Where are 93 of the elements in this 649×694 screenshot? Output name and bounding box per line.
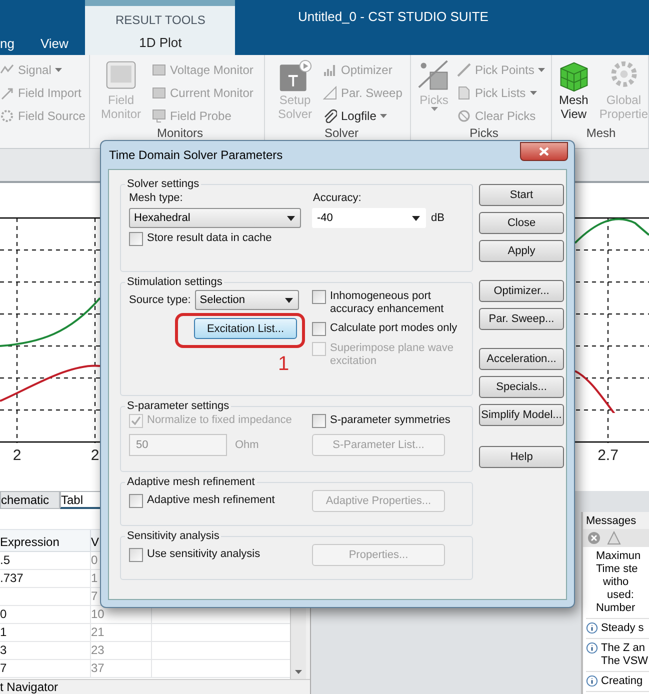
message-text: Steady s [601, 622, 644, 635]
info-icon [586, 642, 598, 654]
message-text: Time ste [595, 563, 639, 576]
clear-icon [457, 108, 471, 122]
error-icon[interactable] [587, 531, 601, 545]
dropdown-arrow-icon [287, 216, 295, 220]
triangle-icon [323, 86, 337, 100]
dialog-button[interactable]: Par. Sweep... [479, 308, 564, 330]
group-title: Solver settings [126, 178, 200, 190]
field-label: Mesh type: [129, 192, 184, 204]
table-cell: 0 [0, 606, 91, 623]
menu-tab[interactable]: ng [0, 31, 28, 55]
info-icon [586, 675, 598, 687]
table-cell: .737 [0, 570, 91, 587]
group-label: Picks [468, 126, 500, 140]
checkbox[interactable]: Adaptive mesh refinement [129, 494, 312, 508]
panel-title: Messages [585, 514, 638, 529]
message-text: used: [606, 589, 635, 602]
column-header[interactable]: Expression [0, 530, 91, 551]
checkbox[interactable]: Calculate port modes only [312, 322, 464, 336]
dialog-button[interactable]: Apply [479, 240, 564, 262]
ribbon-button[interactable]: Logfile [323, 105, 402, 126]
checkmark-icon [131, 416, 141, 426]
line-icon [457, 62, 471, 76]
document-icon [457, 86, 471, 100]
table-cell: 21 [91, 624, 152, 641]
dropdown-arrow-icon [284, 298, 293, 302]
excitation-list-button[interactable]: Excitation List... [194, 318, 297, 339]
caret-icon [55, 68, 62, 72]
message-text: Number [595, 602, 636, 615]
accuracy-dropdown[interactable]: -40 [312, 208, 426, 228]
table-cell: 3 [0, 642, 91, 659]
message-text: witho [602, 576, 630, 589]
checkbox[interactable]: Inhomogeneous port accuracy enhancement [312, 290, 464, 316]
checkbox[interactable]: Store result data in cache [129, 232, 464, 246]
dialog-button[interactable]: Help [479, 446, 564, 468]
axis-tick-label: 2 [90, 447, 100, 464]
group-title: Adaptive mesh refinement [126, 476, 256, 488]
monitor-icon [152, 108, 166, 122]
group-title: Stimulation settings [126, 276, 224, 288]
dialog-button[interactable]: Specials... [479, 376, 564, 398]
ribbon-button[interactable]: Mesh View [554, 59, 594, 126]
annotation-number: 1 [278, 353, 290, 375]
caret-icon [380, 114, 388, 118]
ribbon-tab[interactable]: 1D Plot [139, 35, 182, 50]
dialog-button[interactable]: Simplify Model... [479, 404, 564, 426]
message-text: Creating [601, 675, 643, 688]
square-icon [152, 86, 166, 100]
arrow-icon [0, 86, 14, 100]
message-text: Maximun [595, 550, 641, 563]
unit-label: dB [431, 212, 444, 224]
menu-tab[interactable]: View [27, 31, 82, 55]
dialog-button[interactable]: Optimizer... [479, 280, 564, 302]
group-title: S-parameter settings [126, 400, 230, 412]
message-text: The VSW [601, 655, 648, 668]
table-cell: 7 [0, 660, 91, 677]
close-button[interactable] [520, 142, 568, 160]
gear-icon [0, 108, 14, 122]
info-icon [586, 622, 598, 634]
axis-tick-label: 2.7 [598, 447, 618, 464]
square-icon [152, 62, 166, 76]
message-text: The Z an [601, 642, 646, 655]
caret-icon [430, 107, 438, 111]
dialog-button[interactable]: Start [479, 184, 564, 206]
group-title: Sensitivity analysis [126, 530, 220, 542]
field-label: Accuracy: [313, 192, 362, 204]
group-label: Monitors [156, 126, 204, 140]
paperclip-icon [323, 108, 337, 122]
mesh-type-dropdown[interactable]: Hexahedral [129, 208, 301, 228]
bar-chart-icon [323, 62, 337, 76]
context-group-label: RESULT TOOLS [116, 13, 206, 27]
table-cell: 37 [91, 660, 152, 677]
dropdown-arrow-icon [412, 216, 420, 220]
group-label: Solver [323, 126, 360, 140]
dialog-title: Time Domain Solver Parameters [109, 148, 283, 162]
dialog-button[interactable]: Close [479, 212, 564, 234]
panel-tab[interactable]: chematic [0, 491, 60, 509]
close-icon [539, 146, 549, 156]
unit-label: Ohm [235, 439, 260, 451]
table-cell: 1 [0, 624, 91, 641]
dialog-button[interactable]: Acceleration... [479, 348, 564, 370]
caret-icon [530, 90, 537, 94]
field-label: Source type: [129, 294, 191, 306]
caret-icon [538, 68, 546, 72]
table-cell: 23 [91, 642, 152, 659]
source-type-dropdown[interactable]: Selection [194, 290, 299, 310]
table-cell: .5 [0, 552, 91, 569]
window-title: Untitled_0 - CST STUDIO SUITE [298, 9, 488, 24]
panel-tab[interactable]: Tabl [60, 491, 102, 509]
axis-tick-label: 2 [12, 447, 22, 464]
checkbox[interactable]: S-parameter symmetries [312, 414, 450, 428]
panel-tab[interactable]: t Navigator [0, 679, 310, 694]
group-label: Mesh [585, 126, 617, 140]
